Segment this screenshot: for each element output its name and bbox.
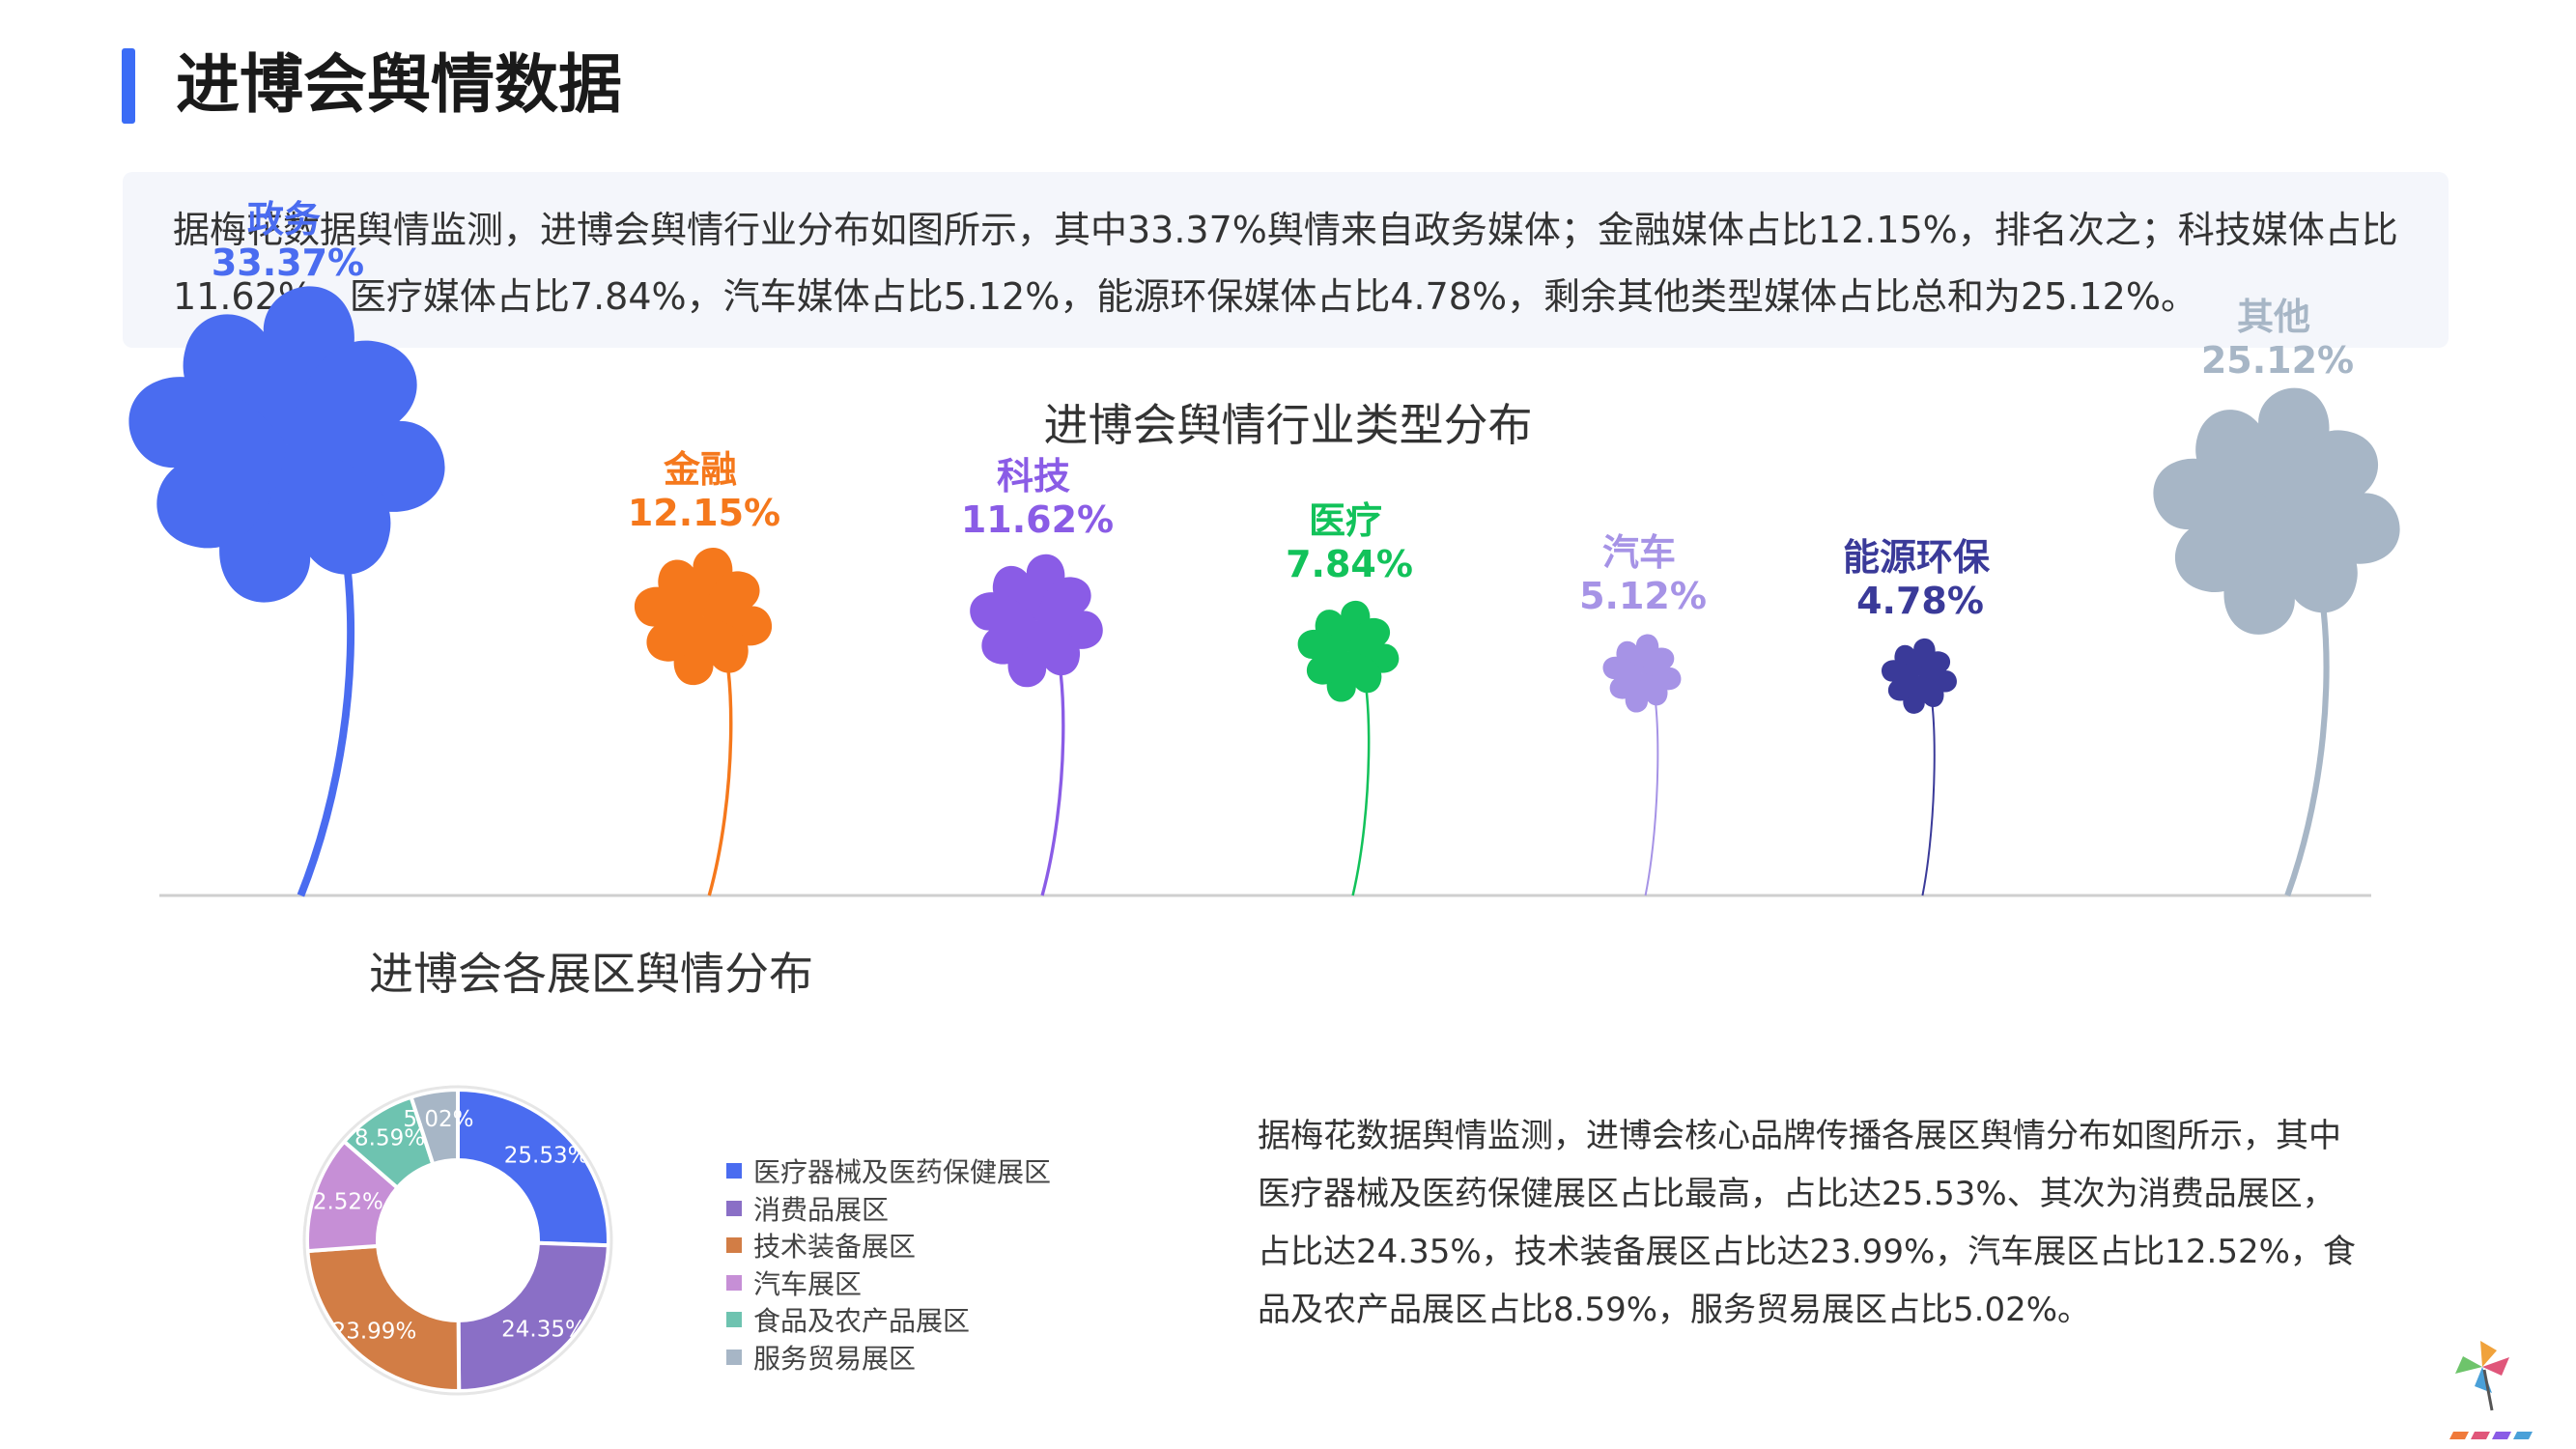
donut-legend: 医疗器械及医药保健展区 消费品展区技术装备展区 汽车展区食品及农产品展区 服务贸易展区: [726, 1152, 1051, 1376]
donut-label-2: 23.99%: [332, 1320, 417, 1345]
legend-label-3: 汽车展区: [753, 1267, 863, 1300]
body-text: 据梅花数据舆情监测，进博会核心品牌传播各展区舆情分布如图所示，其中医疗器械及医药…: [1258, 1117, 2356, 1329]
pinwheel-logo-icon: [2449, 1341, 2533, 1439]
legend-item-0: 医疗器械及医药保健展区: [726, 1152, 1051, 1190]
legend-label-0: 医疗器械及医药保健展区: [753, 1156, 1052, 1189]
legend-item-3: 汽车展区: [726, 1264, 1051, 1302]
donut-label-0: 25.53%: [504, 1143, 589, 1168]
legend-label-5: 服务贸易展区: [753, 1342, 917, 1375]
legend-label-1: 消费品展区: [753, 1193, 890, 1226]
legend-item-4: 食品及农产品展区: [726, 1301, 1051, 1339]
legend-item-2: 技术装备展区: [726, 1227, 1051, 1264]
legend-label-2: 技术装备展区: [753, 1231, 917, 1264]
donut-label-5: 5.02%: [403, 1107, 473, 1132]
legend-swatch-2: [726, 1237, 742, 1254]
donut-label-1: 24.35%: [501, 1317, 586, 1342]
legend-label-4: 食品及农产品展区: [753, 1305, 971, 1338]
legend-swatch-1: [726, 1200, 742, 1216]
legend-swatch-5: [726, 1349, 742, 1365]
legend-swatch-0: [726, 1163, 742, 1179]
legend-item-5: 服务贸易展区: [726, 1339, 1051, 1377]
legend-swatch-4: [726, 1312, 742, 1328]
legend-swatch-3: [726, 1274, 742, 1291]
legend-item-1: 消费品展区: [726, 1190, 1051, 1228]
